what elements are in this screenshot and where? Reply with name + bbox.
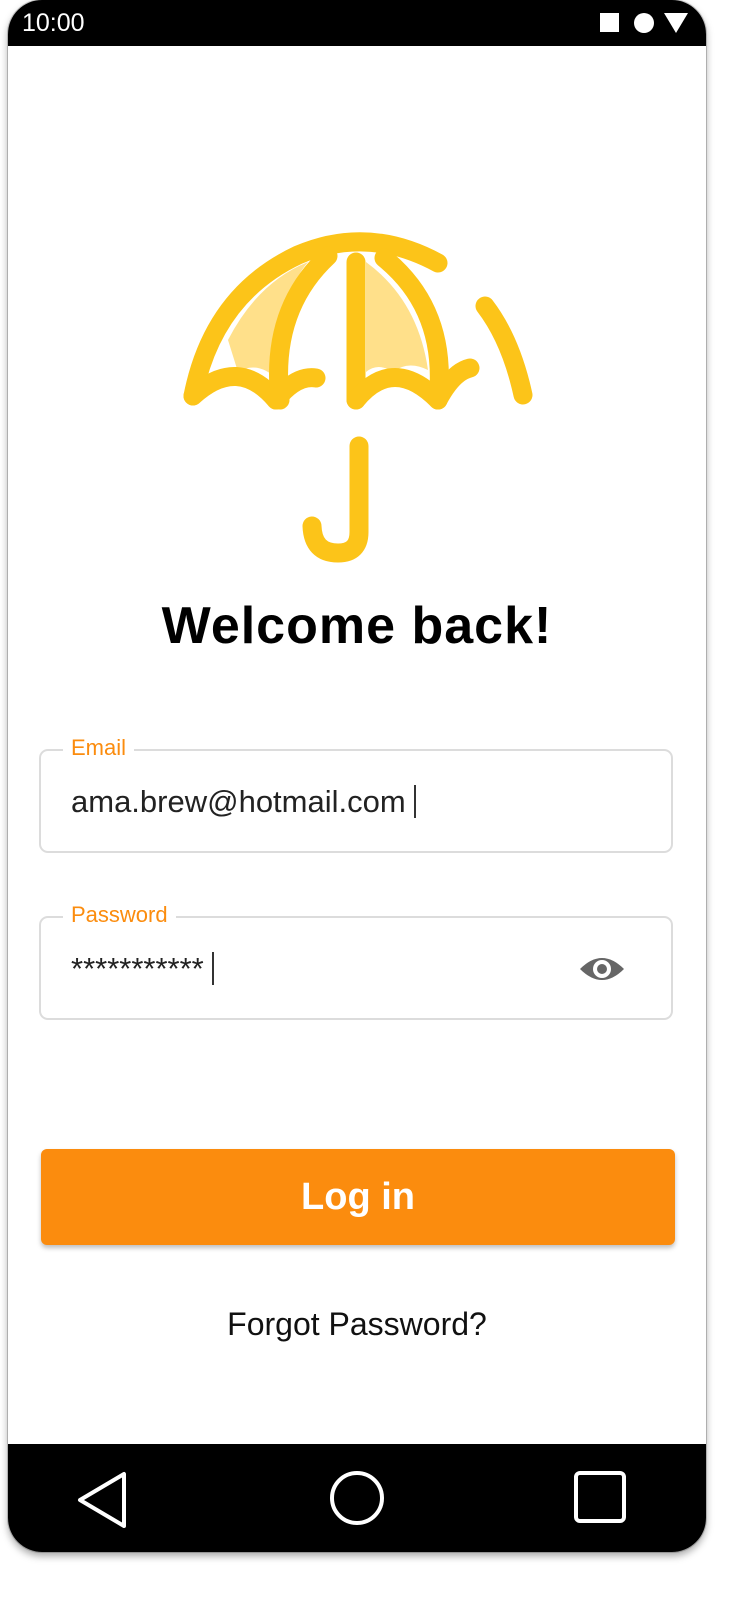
recents-square-icon[interactable] [570,1470,630,1530]
password-input[interactable]: *********** [71,950,214,988]
umbrella-icon [183,232,533,563]
forgot-password-link[interactable]: Forgot Password? [8,1304,706,1344]
circle-icon [634,13,654,33]
navigation-bar [8,1444,706,1552]
home-circle-icon[interactable] [327,1470,387,1530]
eye-icon[interactable] [579,951,625,987]
password-field[interactable]: Password *********** [39,901,673,1020]
email-field[interactable]: Email ama.brew@hotmail.com [39,734,673,853]
password-label: Password [63,901,176,929]
page-title: Welcome back! [161,597,553,655]
email-label: Email [63,734,135,762]
triangle-icon [664,13,688,33]
text-caret [211,952,214,985]
device-screen: 10:00 Welcome back! Email ama.brew@hotma… [8,0,706,1552]
text-caret [413,785,416,818]
status-bar: 10:00 [8,0,706,46]
status-time: 10:00 [22,9,85,37]
email-input[interactable]: ama.brew@hotmail.com [71,783,416,821]
status-icons [600,12,694,34]
square-icon [600,13,619,32]
password-value: *********** [71,951,204,986]
email-value: ama.brew@hotmail.com [71,784,406,819]
login-button[interactable]: Log in [41,1149,675,1245]
back-triangle-icon[interactable] [74,1470,134,1530]
